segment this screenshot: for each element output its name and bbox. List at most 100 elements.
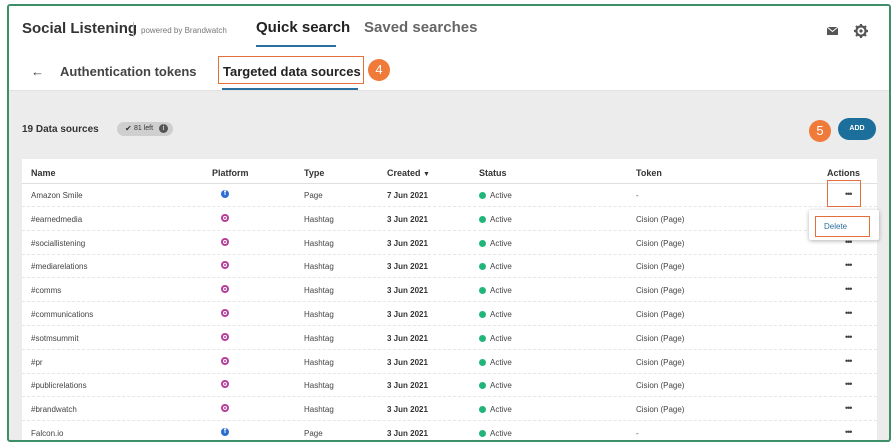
column-header-name[interactable]: Name xyxy=(31,168,56,178)
cell-token: - xyxy=(636,191,639,200)
status-active-icon xyxy=(479,263,486,270)
sort-desc-icon: ▼ xyxy=(423,171,430,178)
sub-navigation-bar: ← Authentication tokens Targeted data so… xyxy=(9,54,889,91)
cell-status: Active xyxy=(490,215,512,224)
cell-status: Active xyxy=(490,191,512,200)
info-icon[interactable]: i xyxy=(159,124,168,133)
menu-item-delete[interactable]: Delete xyxy=(815,216,870,237)
app-window: Social Listening powered by Brandwatch Q… xyxy=(7,4,891,442)
brand-title: Social Listening xyxy=(22,20,138,37)
annotation-actions-highlight xyxy=(827,180,861,207)
mail-icon[interactable] xyxy=(827,27,838,35)
cell-type: Hashtag xyxy=(304,310,334,319)
column-header-created[interactable]: Created ▼ xyxy=(387,168,430,178)
table-row[interactable]: #comms Hashtag 3 Jun 2021 Active Cision (Pag… xyxy=(22,279,877,302)
instagram-icon xyxy=(221,214,229,222)
cell-status: Active xyxy=(490,405,512,414)
quota-badge: ✔ 81 left i xyxy=(117,122,173,136)
tab-quick-search[interactable]: Quick search xyxy=(256,19,350,36)
column-header-status[interactable]: Status xyxy=(479,168,507,178)
status-active-icon xyxy=(479,359,486,366)
cell-status: Active xyxy=(490,334,512,343)
brand-divider xyxy=(133,22,134,37)
more-actions-icon[interactable]: ••• xyxy=(845,403,853,413)
back-arrow-icon[interactable]: ← xyxy=(31,64,44,79)
more-actions-icon[interactable]: ••• xyxy=(845,260,853,270)
cell-name: #sotmsummit xyxy=(31,334,79,343)
table-row[interactable]: #communications Hashtag 3 Jun 2021 Active Ci… xyxy=(22,303,877,326)
table-row[interactable]: #sociallistening Hashtag 3 Jun 2021 Active C… xyxy=(22,232,877,255)
cell-status: Active xyxy=(490,429,512,438)
more-actions-icon[interactable]: ••• xyxy=(845,427,853,437)
cell-token: Cision (Page) xyxy=(636,334,685,343)
cell-type: Hashtag xyxy=(304,215,334,224)
cell-created: 3 Jun 2021 xyxy=(387,405,428,414)
cell-type: Hashtag xyxy=(304,262,334,271)
cell-created: 3 Jun 2021 xyxy=(387,215,428,224)
table-row[interactable]: #sotmsummit Hashtag 3 Jun 2021 Active Cision… xyxy=(22,327,877,350)
cell-name: #pr xyxy=(31,358,43,367)
annotation-callout-4: 4 xyxy=(368,59,390,81)
data-sources-count: 19 Data sources xyxy=(22,124,99,135)
add-button[interactable]: ADD xyxy=(838,118,876,140)
more-actions-icon[interactable]: ••• xyxy=(845,332,853,342)
status-active-icon xyxy=(479,406,486,413)
table-row[interactable]: Falcon.io f Page 3 Jun 2021 Active - ••• xyxy=(22,422,877,440)
facebook-icon: f xyxy=(221,428,229,436)
column-header-token[interactable]: Token xyxy=(636,168,662,178)
cell-token: Cision (Page) xyxy=(636,358,685,367)
status-active-icon xyxy=(479,311,486,318)
cell-status: Active xyxy=(490,381,512,390)
status-active-icon xyxy=(479,192,486,199)
table-row[interactable]: #mediarelations Hashtag 3 Jun 2021 Active Ci… xyxy=(22,255,877,278)
cell-created: 3 Jun 2021 xyxy=(387,310,428,319)
facebook-icon: f xyxy=(221,190,229,198)
top-navigation-bar: Social Listening powered by Brandwatch Q… xyxy=(9,6,889,54)
table-row[interactable]: Amazon Smile f Page 7 Jun 2021 Active - ••• xyxy=(22,184,877,207)
cell-name: #communications xyxy=(31,310,94,319)
more-actions-icon[interactable]: ••• xyxy=(845,379,853,389)
table-row[interactable]: #brandwatch Hashtag 3 Jun 2021 Active Cision… xyxy=(22,398,877,421)
cell-type: Hashtag xyxy=(304,286,334,295)
cell-created: 3 Jun 2021 xyxy=(387,358,428,367)
table-row[interactable]: #pr Hashtag 3 Jun 2021 Active Cision (Page) •… xyxy=(22,351,877,374)
instagram-icon xyxy=(221,404,229,412)
cell-type: Hashtag xyxy=(304,239,334,248)
cell-token: Cision (Page) xyxy=(636,310,685,319)
column-header-platform[interactable]: Platform xyxy=(212,168,249,178)
status-active-icon xyxy=(479,382,486,389)
cell-token: Cision (Page) xyxy=(636,262,685,271)
gear-icon[interactable] xyxy=(854,24,868,38)
cell-name: Amazon Smile xyxy=(31,191,83,200)
cell-name: Falcon.io xyxy=(31,429,64,438)
cell-type: Hashtag xyxy=(304,334,334,343)
tab-targeted-data-sources[interactable]: Targeted data sources xyxy=(223,64,361,79)
cell-type: Page xyxy=(304,191,323,200)
instagram-icon xyxy=(221,285,229,293)
active-subtab-indicator xyxy=(222,88,358,90)
table-row[interactable]: #earnedmedia Hashtag 3 Jun 2021 Active Cisio… xyxy=(22,208,877,231)
table-row[interactable]: #publicrelations Hashtag 3 Jun 2021 Active C… xyxy=(22,374,877,397)
tab-authentication-tokens[interactable]: Authentication tokens xyxy=(60,64,197,79)
cell-name: #publicrelations xyxy=(31,381,87,390)
more-actions-icon[interactable]: ••• xyxy=(845,356,853,366)
cell-created: 3 Jun 2021 xyxy=(387,239,428,248)
cell-type: Hashtag xyxy=(304,405,334,414)
column-header-actions: Actions xyxy=(827,168,861,178)
cell-name: #comms xyxy=(31,286,62,295)
cell-created: 3 Jun 2021 xyxy=(387,334,428,343)
cell-name: #sociallistening xyxy=(31,239,86,248)
annotation-callout-5: 5 xyxy=(809,120,831,142)
cell-type: Hashtag xyxy=(304,358,334,367)
status-active-icon xyxy=(479,240,486,247)
more-actions-icon[interactable]: ••• xyxy=(845,308,853,318)
cell-token: Cision (Page) xyxy=(636,286,685,295)
tab-saved-searches[interactable]: Saved searches xyxy=(364,19,477,36)
cell-token: Cision (Page) xyxy=(636,239,685,248)
more-actions-icon[interactable]: ••• xyxy=(845,284,853,294)
instagram-icon xyxy=(221,309,229,317)
column-header-type[interactable]: Type xyxy=(304,168,324,178)
status-active-icon xyxy=(479,335,486,342)
cell-created: 3 Jun 2021 xyxy=(387,381,428,390)
instagram-icon xyxy=(221,238,229,246)
